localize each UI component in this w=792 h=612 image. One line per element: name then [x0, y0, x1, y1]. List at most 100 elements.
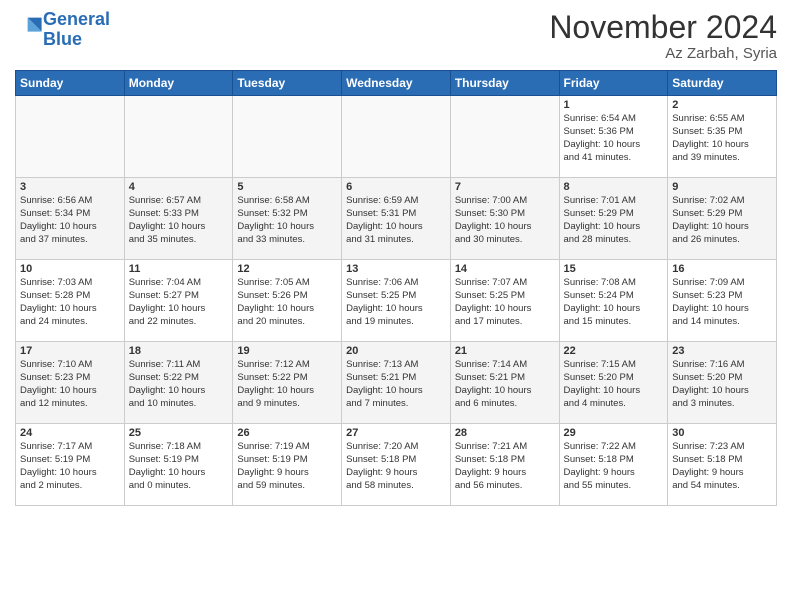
day-number: 19 — [237, 345, 337, 357]
day-info: Sunrise: 7:14 AMSunset: 5:21 PMDaylight:… — [455, 359, 555, 410]
weekday-header-sunday: Sunday — [16, 71, 125, 96]
day-number: 30 — [672, 427, 772, 439]
calendar-week-row: 3 Sunrise: 6:56 AMSunset: 5:34 PMDaylight… — [16, 178, 777, 260]
calendar-cell: 14 Sunrise: 7:07 AMSunset: 5:25 PMDayligh… — [450, 260, 559, 342]
day-number: 29 — [564, 427, 664, 439]
calendar-cell: 21 Sunrise: 7:14 AMSunset: 5:21 PMDayligh… — [450, 342, 559, 424]
calendar-cell: 8 Sunrise: 7:01 AMSunset: 5:29 PMDaylight… — [559, 178, 668, 260]
day-number: 14 — [455, 263, 555, 275]
calendar-cell: 19 Sunrise: 7:12 AMSunset: 5:22 PMDayligh… — [233, 342, 342, 424]
calendar-cell: 29 Sunrise: 7:22 AMSunset: 5:18 PMDayligh… — [559, 424, 668, 506]
day-info: Sunrise: 7:10 AMSunset: 5:23 PMDaylight:… — [20, 359, 120, 410]
day-number: 23 — [672, 345, 772, 357]
calendar-cell: 10Sunrise: 7:03 AMSunset: 5:28 PMDayligh… — [16, 260, 125, 342]
day-info: Sunrise: 7:00 AMSunset: 5:30 PMDaylight:… — [455, 195, 555, 246]
day-info: Sunrise: 7:16 AMSunset: 5:20 PMDaylight:… — [672, 359, 772, 410]
calendar-cell: 7 Sunrise: 7:00 AMSunset: 5:30 PMDaylight… — [450, 178, 559, 260]
day-number: 5 — [237, 181, 337, 193]
day-info: Sunrise: 7:08 AMSunset: 5:24 PMDaylight:… — [564, 277, 664, 328]
day-number: 6 — [346, 181, 446, 193]
weekday-header-tuesday: Tuesday — [233, 71, 342, 96]
weekday-header-thursday: Thursday — [450, 71, 559, 96]
day-info: Sunrise: 6:55 AMSunset: 5:35 PMDaylight:… — [672, 113, 772, 164]
calendar-cell: 30Sunrise: 7:23 AMSunset: 5:18 PMDayligh… — [668, 424, 777, 506]
day-number: 9 — [672, 181, 772, 193]
month-title: November 2024 — [549, 10, 777, 45]
day-number: 13 — [346, 263, 446, 275]
day-number: 17 — [20, 345, 120, 357]
weekday-header-wednesday: Wednesday — [342, 71, 451, 96]
day-info: Sunrise: 6:57 AMSunset: 5:33 PMDaylight:… — [129, 195, 229, 246]
day-number: 27 — [346, 427, 446, 439]
calendar-cell: 15 Sunrise: 7:08 AMSunset: 5:24 PMDayligh… — [559, 260, 668, 342]
calendar-cell: 2 Sunrise: 6:55 AMSunset: 5:35 PMDaylight… — [668, 96, 777, 178]
day-number: 12 — [237, 263, 337, 275]
day-number: 24 — [20, 427, 120, 439]
day-info: Sunrise: 7:15 AMSunset: 5:20 PMDaylight:… — [564, 359, 664, 410]
weekday-header-friday: Friday — [559, 71, 668, 96]
location-subtitle: Az Zarbah, Syria — [549, 45, 777, 62]
title-block: November 2024 Az Zarbah, Syria — [549, 10, 777, 62]
header: General Blue November 2024 Az Zarbah, Sy… — [15, 10, 777, 62]
calendar-cell: 27 Sunrise: 7:20 AMSunset: 5:18 PMDayligh… — [342, 424, 451, 506]
day-number: 16 — [672, 263, 772, 275]
day-number: 8 — [564, 181, 664, 193]
day-number: 3 — [20, 181, 120, 193]
day-info: Sunrise: 7:02 AMSunset: 5:29 PMDaylight:… — [672, 195, 772, 246]
calendar-week-row: 24Sunrise: 7:17 AMSunset: 5:19 PMDayligh… — [16, 424, 777, 506]
day-info: Sunrise: 7:09 AMSunset: 5:23 PMDaylight:… — [672, 277, 772, 328]
day-number: 11 — [129, 263, 229, 275]
calendar-table: SundayMondayTuesdayWednesdayThursdayFrid… — [15, 70, 777, 506]
calendar-cell: 20Sunrise: 7:13 AMSunset: 5:21 PMDayligh… — [342, 342, 451, 424]
calendar-cell: 17 Sunrise: 7:10 AMSunset: 5:23 PMDayligh… — [16, 342, 125, 424]
calendar-week-row: 1 Sunrise: 6:54 AMSunset: 5:36 PMDaylight… — [16, 96, 777, 178]
calendar-cell: 16 Sunrise: 7:09 AMSunset: 5:23 PMDayligh… — [668, 260, 777, 342]
day-info: Sunrise: 7:11 AMSunset: 5:22 PMDaylight:… — [129, 359, 229, 410]
calendar-cell — [450, 96, 559, 178]
day-number: 15 — [564, 263, 664, 275]
day-info: Sunrise: 7:21 AMSunset: 5:18 PMDaylight:… — [455, 441, 555, 492]
calendar-cell: 6Sunrise: 6:59 AMSunset: 5:31 PMDaylight… — [342, 178, 451, 260]
day-info: Sunrise: 7:20 AMSunset: 5:18 PMDaylight:… — [346, 441, 446, 492]
day-info: Sunrise: 7:05 AMSunset: 5:26 PMDaylight:… — [237, 277, 337, 328]
calendar-cell: 11Sunrise: 7:04 AMSunset: 5:27 PMDayligh… — [124, 260, 233, 342]
day-info: Sunrise: 6:56 AMSunset: 5:34 PMDaylight:… — [20, 195, 120, 246]
day-number: 21 — [455, 345, 555, 357]
calendar-cell: 1 Sunrise: 6:54 AMSunset: 5:36 PMDaylight… — [559, 96, 668, 178]
day-number: 26 — [237, 427, 337, 439]
day-info: Sunrise: 7:19 AMSunset: 5:19 PMDaylight:… — [237, 441, 337, 492]
calendar-cell — [16, 96, 125, 178]
day-info: Sunrise: 7:18 AMSunset: 5:19 PMDaylight:… — [129, 441, 229, 492]
calendar-cell — [342, 96, 451, 178]
calendar-cell — [233, 96, 342, 178]
weekday-header-monday: Monday — [124, 71, 233, 96]
day-info: Sunrise: 7:01 AMSunset: 5:29 PMDaylight:… — [564, 195, 664, 246]
day-info: Sunrise: 7:07 AMSunset: 5:25 PMDaylight:… — [455, 277, 555, 328]
day-info: Sunrise: 7:22 AMSunset: 5:18 PMDaylight:… — [564, 441, 664, 492]
day-info: Sunrise: 7:03 AMSunset: 5:28 PMDaylight:… — [20, 277, 120, 328]
logo-text: General Blue — [43, 10, 110, 50]
calendar-cell: 3 Sunrise: 6:56 AMSunset: 5:34 PMDaylight… — [16, 178, 125, 260]
calendar-cell: 23 Sunrise: 7:16 AMSunset: 5:20 PMDayligh… — [668, 342, 777, 424]
calendar-cell: 18Sunrise: 7:11 AMSunset: 5:22 PMDayligh… — [124, 342, 233, 424]
calendar-week-row: 17 Sunrise: 7:10 AMSunset: 5:23 PMDayligh… — [16, 342, 777, 424]
day-number: 25 — [129, 427, 229, 439]
calendar-cell: 5 Sunrise: 6:58 AMSunset: 5:32 PMDaylight… — [233, 178, 342, 260]
day-number: 1 — [564, 99, 664, 111]
weekday-header-saturday: Saturday — [668, 71, 777, 96]
day-info: Sunrise: 6:58 AMSunset: 5:32 PMDaylight:… — [237, 195, 337, 246]
day-info: Sunrise: 6:54 AMSunset: 5:36 PMDaylight:… — [564, 113, 664, 164]
calendar-cell: 26 Sunrise: 7:19 AMSunset: 5:19 PMDayligh… — [233, 424, 342, 506]
day-number: 4 — [129, 181, 229, 193]
calendar-cell: 25 Sunrise: 7:18 AMSunset: 5:19 PMDayligh… — [124, 424, 233, 506]
calendar-cell: 13Sunrise: 7:06 AMSunset: 5:25 PMDayligh… — [342, 260, 451, 342]
day-number: 28 — [455, 427, 555, 439]
calendar-cell: 24Sunrise: 7:17 AMSunset: 5:19 PMDayligh… — [16, 424, 125, 506]
day-number: 22 — [564, 345, 664, 357]
calendar-week-row: 10Sunrise: 7:03 AMSunset: 5:28 PMDayligh… — [16, 260, 777, 342]
calendar-cell: 28 Sunrise: 7:21 AMSunset: 5:18 PMDayligh… — [450, 424, 559, 506]
day-info: Sunrise: 7:12 AMSunset: 5:22 PMDaylight:… — [237, 359, 337, 410]
page-container: General Blue November 2024 Az Zarbah, Sy… — [0, 0, 792, 511]
day-number: 2 — [672, 99, 772, 111]
day-number: 7 — [455, 181, 555, 193]
